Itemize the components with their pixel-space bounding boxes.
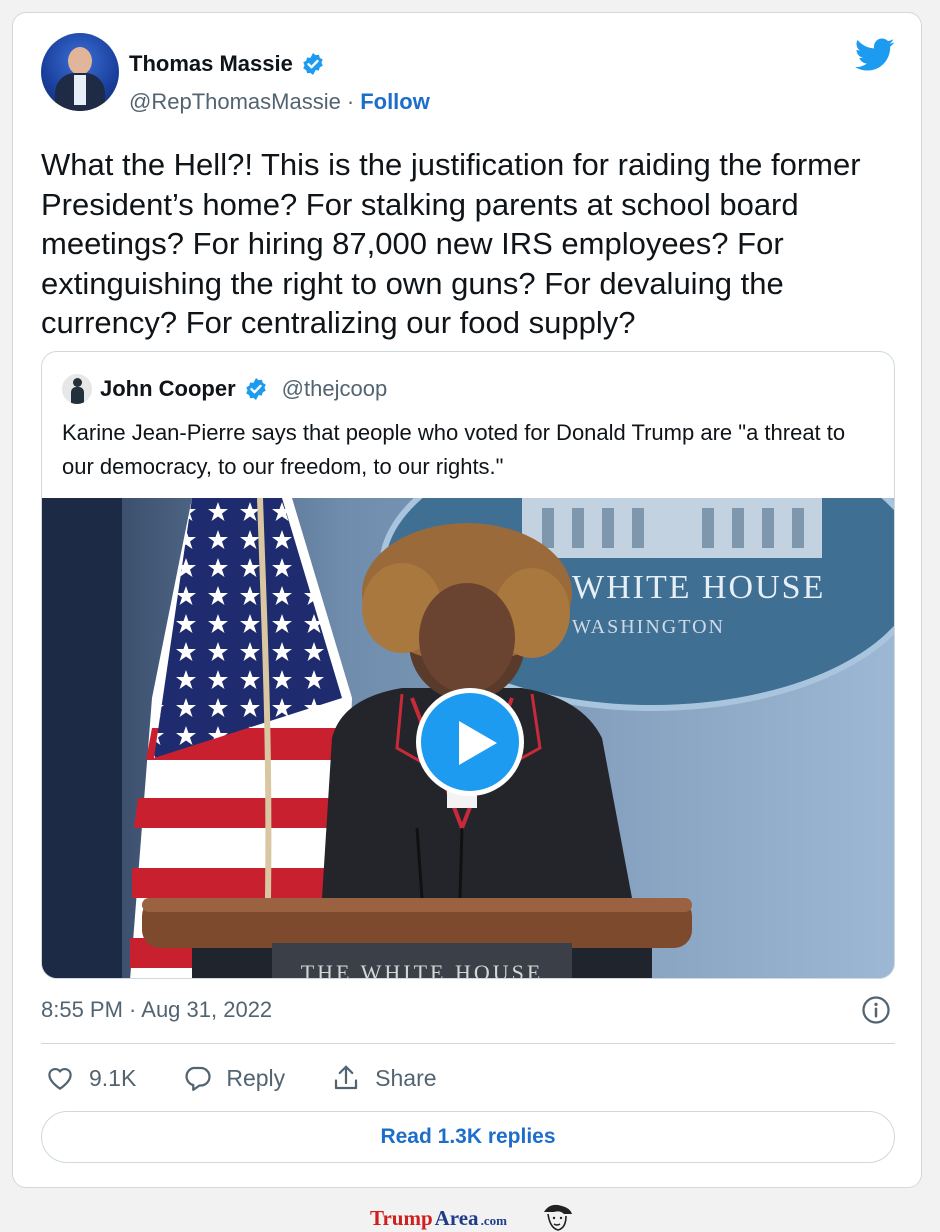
reply-label: Reply bbox=[226, 1064, 286, 1091]
verified-badge-icon bbox=[303, 53, 323, 75]
quoted-tweet-text: Karine Jean-Pierre says that people who … bbox=[62, 420, 846, 479]
quoted-tweet-header: John Cooper @thejcoop bbox=[62, 374, 387, 404]
divider bbox=[41, 1043, 895, 1044]
podium-text: THE WHITE HOUSE bbox=[301, 960, 544, 979]
watermark: Trump Area .com bbox=[370, 1204, 572, 1231]
author-name-row: Thomas Massie bbox=[129, 51, 325, 77]
seal-title: WHITE HOUSE bbox=[572, 569, 825, 606]
quoted-author-handle[interactable]: @thejcoop bbox=[282, 376, 388, 402]
author-handle-row: @RepThomasMassie · Follow bbox=[129, 89, 430, 115]
video-player[interactable]: WHITE HOUSE WASHINGTON THE WHITE HOUSE bbox=[42, 498, 894, 979]
like-count: 9.1K bbox=[89, 1064, 137, 1091]
reply-button[interactable]: Reply bbox=[182, 1063, 285, 1093]
tweet-timestamp[interactable]: 8:55 PM · Aug 31, 2022 bbox=[41, 997, 272, 1023]
caricature-icon bbox=[544, 1204, 572, 1231]
quoted-author-avatar[interactable] bbox=[62, 374, 92, 404]
watermark-part-area: Area bbox=[434, 1206, 479, 1230]
read-replies-button[interactable]: Read 1.3K replies bbox=[41, 1111, 895, 1163]
tweet-text: What the Hell?! This is the justificatio… bbox=[41, 147, 861, 340]
share-icon bbox=[335, 1065, 358, 1090]
play-icon[interactable] bbox=[416, 688, 524, 796]
share-label: Share bbox=[375, 1064, 437, 1091]
heart-icon bbox=[48, 1067, 72, 1090]
share-button[interactable]: Share bbox=[331, 1063, 437, 1093]
twitter-bird-icon[interactable] bbox=[855, 37, 895, 73]
quoted-tweet[interactable]: John Cooper @thejcoop Karine Jean-Pierre… bbox=[41, 351, 895, 979]
info-icon[interactable] bbox=[861, 995, 891, 1025]
watermark-part-com: .com bbox=[480, 1213, 507, 1228]
like-button[interactable]: 9.1K bbox=[45, 1063, 136, 1093]
follow-button[interactable]: Follow bbox=[360, 89, 430, 115]
action-bar: 9.1K Reply Share bbox=[45, 1063, 437, 1093]
author-handle[interactable]: @RepThomasMassie bbox=[129, 89, 341, 115]
quoted-author-name[interactable]: John Cooper bbox=[100, 376, 236, 402]
separator-dot: · bbox=[346, 89, 355, 114]
author-name[interactable]: Thomas Massie bbox=[129, 51, 293, 77]
seal-subtitle: WASHINGTON bbox=[572, 616, 725, 638]
author-avatar[interactable] bbox=[41, 33, 119, 111]
verified-badge-icon bbox=[245, 378, 266, 400]
reply-icon bbox=[185, 1066, 211, 1091]
tweet-card: Thomas Massie @RepThomasMassie · Follow … bbox=[12, 12, 922, 1188]
watermark-part-trump: Trump bbox=[370, 1206, 433, 1230]
